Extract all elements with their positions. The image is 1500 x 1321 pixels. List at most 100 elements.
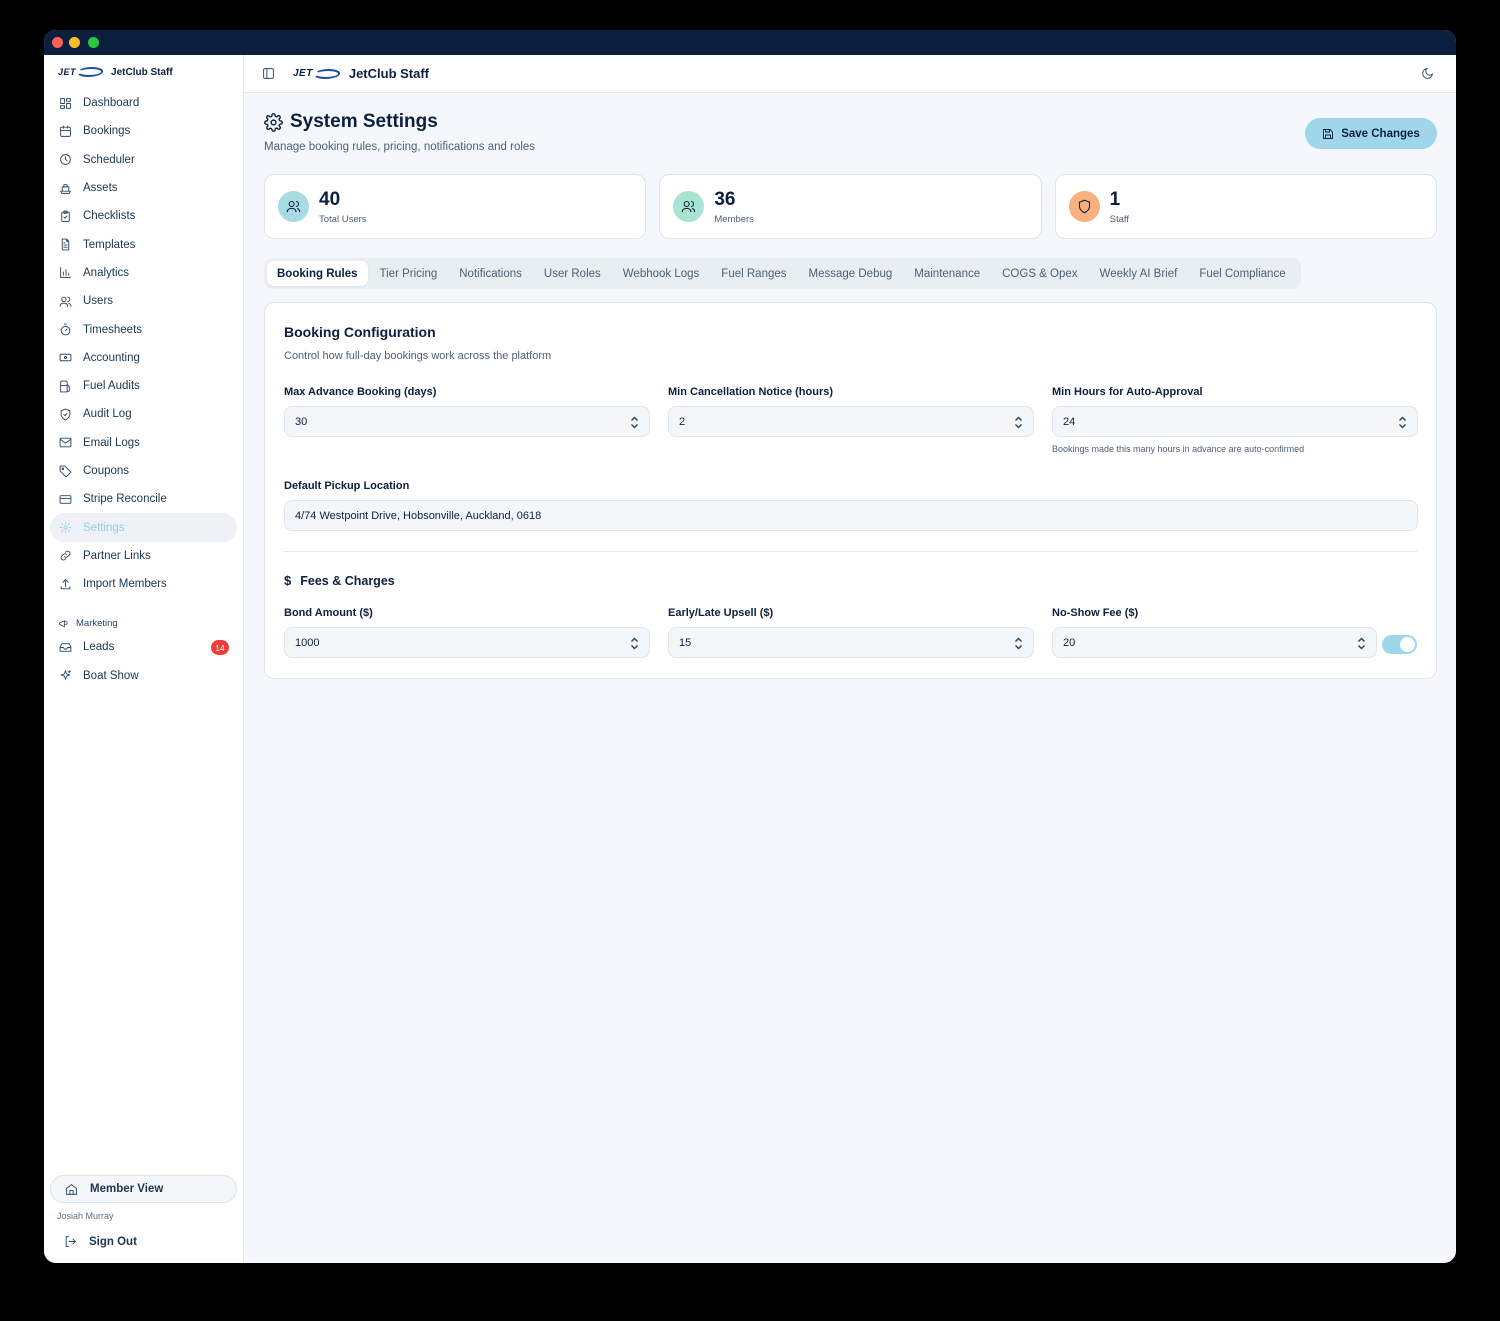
layout-dashboard-icon [58, 96, 72, 110]
sidebar-item-label: Accounting [83, 351, 140, 364]
users-icon [286, 200, 301, 213]
tab-message-debug[interactable]: Message Debug [799, 261, 903, 286]
sidebar-item-timesheets[interactable]: Timesheets [50, 315, 237, 343]
stepper-icon[interactable] [630, 637, 639, 650]
sidebar-item-label: Templates [83, 238, 136, 251]
sidebar-item-dashboard[interactable]: Dashboard [50, 89, 237, 117]
sidebar-item-assets[interactable]: Assets [50, 174, 237, 202]
stepper-icon[interactable] [1014, 637, 1023, 650]
sign-out-button[interactable]: Sign Out [64, 1235, 137, 1248]
stepper-icon[interactable] [630, 416, 639, 429]
no-show-fee-input[interactable]: 20 [1052, 627, 1377, 658]
theme-toggle-button[interactable] [1421, 67, 1434, 85]
save-changes-button[interactable]: Save Changes [1305, 118, 1437, 149]
field-label: Min Hours for Auto-Approval [1052, 386, 1203, 398]
credit-card-icon [58, 492, 72, 506]
stepper-icon[interactable] [1398, 416, 1407, 429]
field-label: Max Advance Booking (days) [284, 386, 437, 398]
calendar-icon [58, 124, 72, 138]
inbox-icon [58, 640, 72, 654]
sidebar-item-checklists[interactable]: Checklists [50, 202, 237, 230]
toggle-sidebar-button[interactable] [262, 67, 275, 80]
tab-fuel-ranges[interactable]: Fuel Ranges [711, 261, 796, 286]
sidebar-item-label: Leads [83, 641, 115, 654]
sidebar-item-analytics[interactable]: Analytics [50, 259, 237, 287]
member-view-button[interactable]: Member View [50, 1175, 237, 1203]
megaphone-icon [58, 620, 68, 628]
sidebar-item-leads[interactable]: Leads 14 [50, 633, 237, 661]
field-label: Bond Amount ($) [284, 607, 373, 619]
min-cancellation-notice-input[interactable]: 2 [668, 406, 1034, 437]
tab-fuel-compliance[interactable]: Fuel Compliance [1189, 261, 1295, 286]
sidebar-item-email-logs[interactable]: Email Logs [50, 429, 237, 457]
save-icon [1323, 128, 1334, 139]
sidebar-item-label: Checklists [83, 210, 136, 223]
tab-cogs-opex[interactable]: COGS & Opex [992, 261, 1087, 286]
min-cancellation-notice-field: Min Cancellation Notice (hours) 2 [668, 386, 1034, 437]
sidebar-item-users[interactable]: Users [50, 287, 237, 315]
sidebar: JET JetClub Staff Dashboard Bookings Sch… [44, 55, 244, 1263]
auto-approval-hours-input[interactable]: 24 [1052, 406, 1418, 437]
gear-icon [58, 521, 72, 535]
sidebar-item-stripe-reconcile[interactable]: Stripe Reconcile [50, 485, 237, 513]
maximize-window-button[interactable] [88, 37, 99, 48]
tab-weekly-ai-brief[interactable]: Weekly AI Brief [1090, 261, 1188, 286]
toggle-knob [1400, 637, 1415, 652]
tab-tier-pricing[interactable]: Tier Pricing [370, 261, 448, 286]
sidebar-item-templates[interactable]: Templates [50, 230, 237, 258]
pickup-location-input[interactable]: 4/74 Westpoint Drive, Hobsonville, Auckl… [284, 500, 1418, 531]
tab-maintenance[interactable]: Maintenance [904, 261, 990, 286]
auto-approval-field: Min Hours for Auto-Approval 24 Bookings … [1052, 386, 1418, 454]
panel-left-icon [263, 68, 274, 79]
sidebar-item-coupons[interactable]: Coupons [50, 457, 237, 485]
field-label: Default Pickup Location [284, 480, 410, 492]
tab-booking-rules[interactable]: Booking Rules [267, 261, 368, 286]
sidebar-item-partner-links[interactable]: Partner Links [50, 542, 237, 570]
stepper-icon[interactable] [1357, 637, 1366, 650]
sidebar-item-audit-log[interactable]: Audit Log [50, 400, 237, 428]
page-subtitle: Manage booking rules, pricing, notificat… [264, 141, 536, 153]
top-bar: JET JetClub Staff [244, 55, 1456, 93]
home-icon [66, 1183, 77, 1195]
sidebar-item-label: Fuel Audits [83, 380, 140, 393]
early-late-upsell-field: Early/Late Upsell ($) 15 [668, 607, 1034, 658]
app-title: JetClub Staff [348, 66, 430, 81]
close-window-button[interactable] [52, 37, 63, 48]
tab-webhook-logs[interactable]: Webhook Logs [613, 261, 710, 286]
early-late-upsell-input[interactable]: 15 [668, 627, 1034, 658]
sidebar-item-accounting[interactable]: Accounting [50, 344, 237, 372]
link-icon [58, 549, 72, 563]
sidebar-item-settings[interactable]: Settings [50, 513, 237, 542]
settings-tabs: Booking Rules Tier Pricing Notifications… [264, 258, 1301, 289]
sidebar-brand[interactable]: JET JetClub Staff [44, 55, 243, 89]
tab-user-roles[interactable]: User Roles [534, 261, 611, 286]
sidebar-item-label: Timesheets [83, 323, 143, 336]
marketing-nav: Leads 14 Boat Show [44, 633, 243, 690]
max-advance-booking-field: Max Advance Booking (days) 30 [284, 386, 650, 437]
minimize-window-button[interactable] [69, 37, 80, 48]
sidebar-item-fuel-audits[interactable]: Fuel Audits [50, 372, 237, 400]
sidebar-item-label: Email Logs [83, 436, 140, 449]
stepper-icon[interactable] [1014, 416, 1023, 429]
stat-label: Total Users [319, 214, 367, 225]
bond-amount-input[interactable]: 1000 [284, 627, 650, 658]
stat-icon-circle [278, 191, 309, 222]
sidebar-item-label: Dashboard [83, 97, 140, 110]
sidebar-item-boat-show[interactable]: Boat Show [50, 662, 237, 690]
sidebar-item-import-members[interactable]: Import Members [50, 570, 237, 598]
max-advance-booking-input[interactable]: 30 [284, 406, 650, 437]
brand-name: JetClub Staff [111, 66, 173, 78]
clock-icon [58, 153, 72, 167]
tab-notifications[interactable]: Notifications [449, 261, 532, 286]
no-show-fee-toggle[interactable] [1382, 635, 1417, 654]
sidebar-item-label: Partner Links [83, 549, 151, 562]
sidebar-item-label: Stripe Reconcile [83, 493, 167, 506]
mail-icon [58, 436, 72, 450]
stat-icon-circle [673, 191, 705, 222]
sidebar-item-scheduler[interactable]: Scheduler [50, 146, 237, 174]
sidebar-item-label: Coupons [83, 465, 130, 477]
fuel-icon [58, 379, 72, 393]
section-divider [284, 551, 1417, 552]
page-header: System Settings Manage booking rules, pr… [264, 93, 1437, 173]
sidebar-item-bookings[interactable]: Bookings [50, 117, 237, 145]
